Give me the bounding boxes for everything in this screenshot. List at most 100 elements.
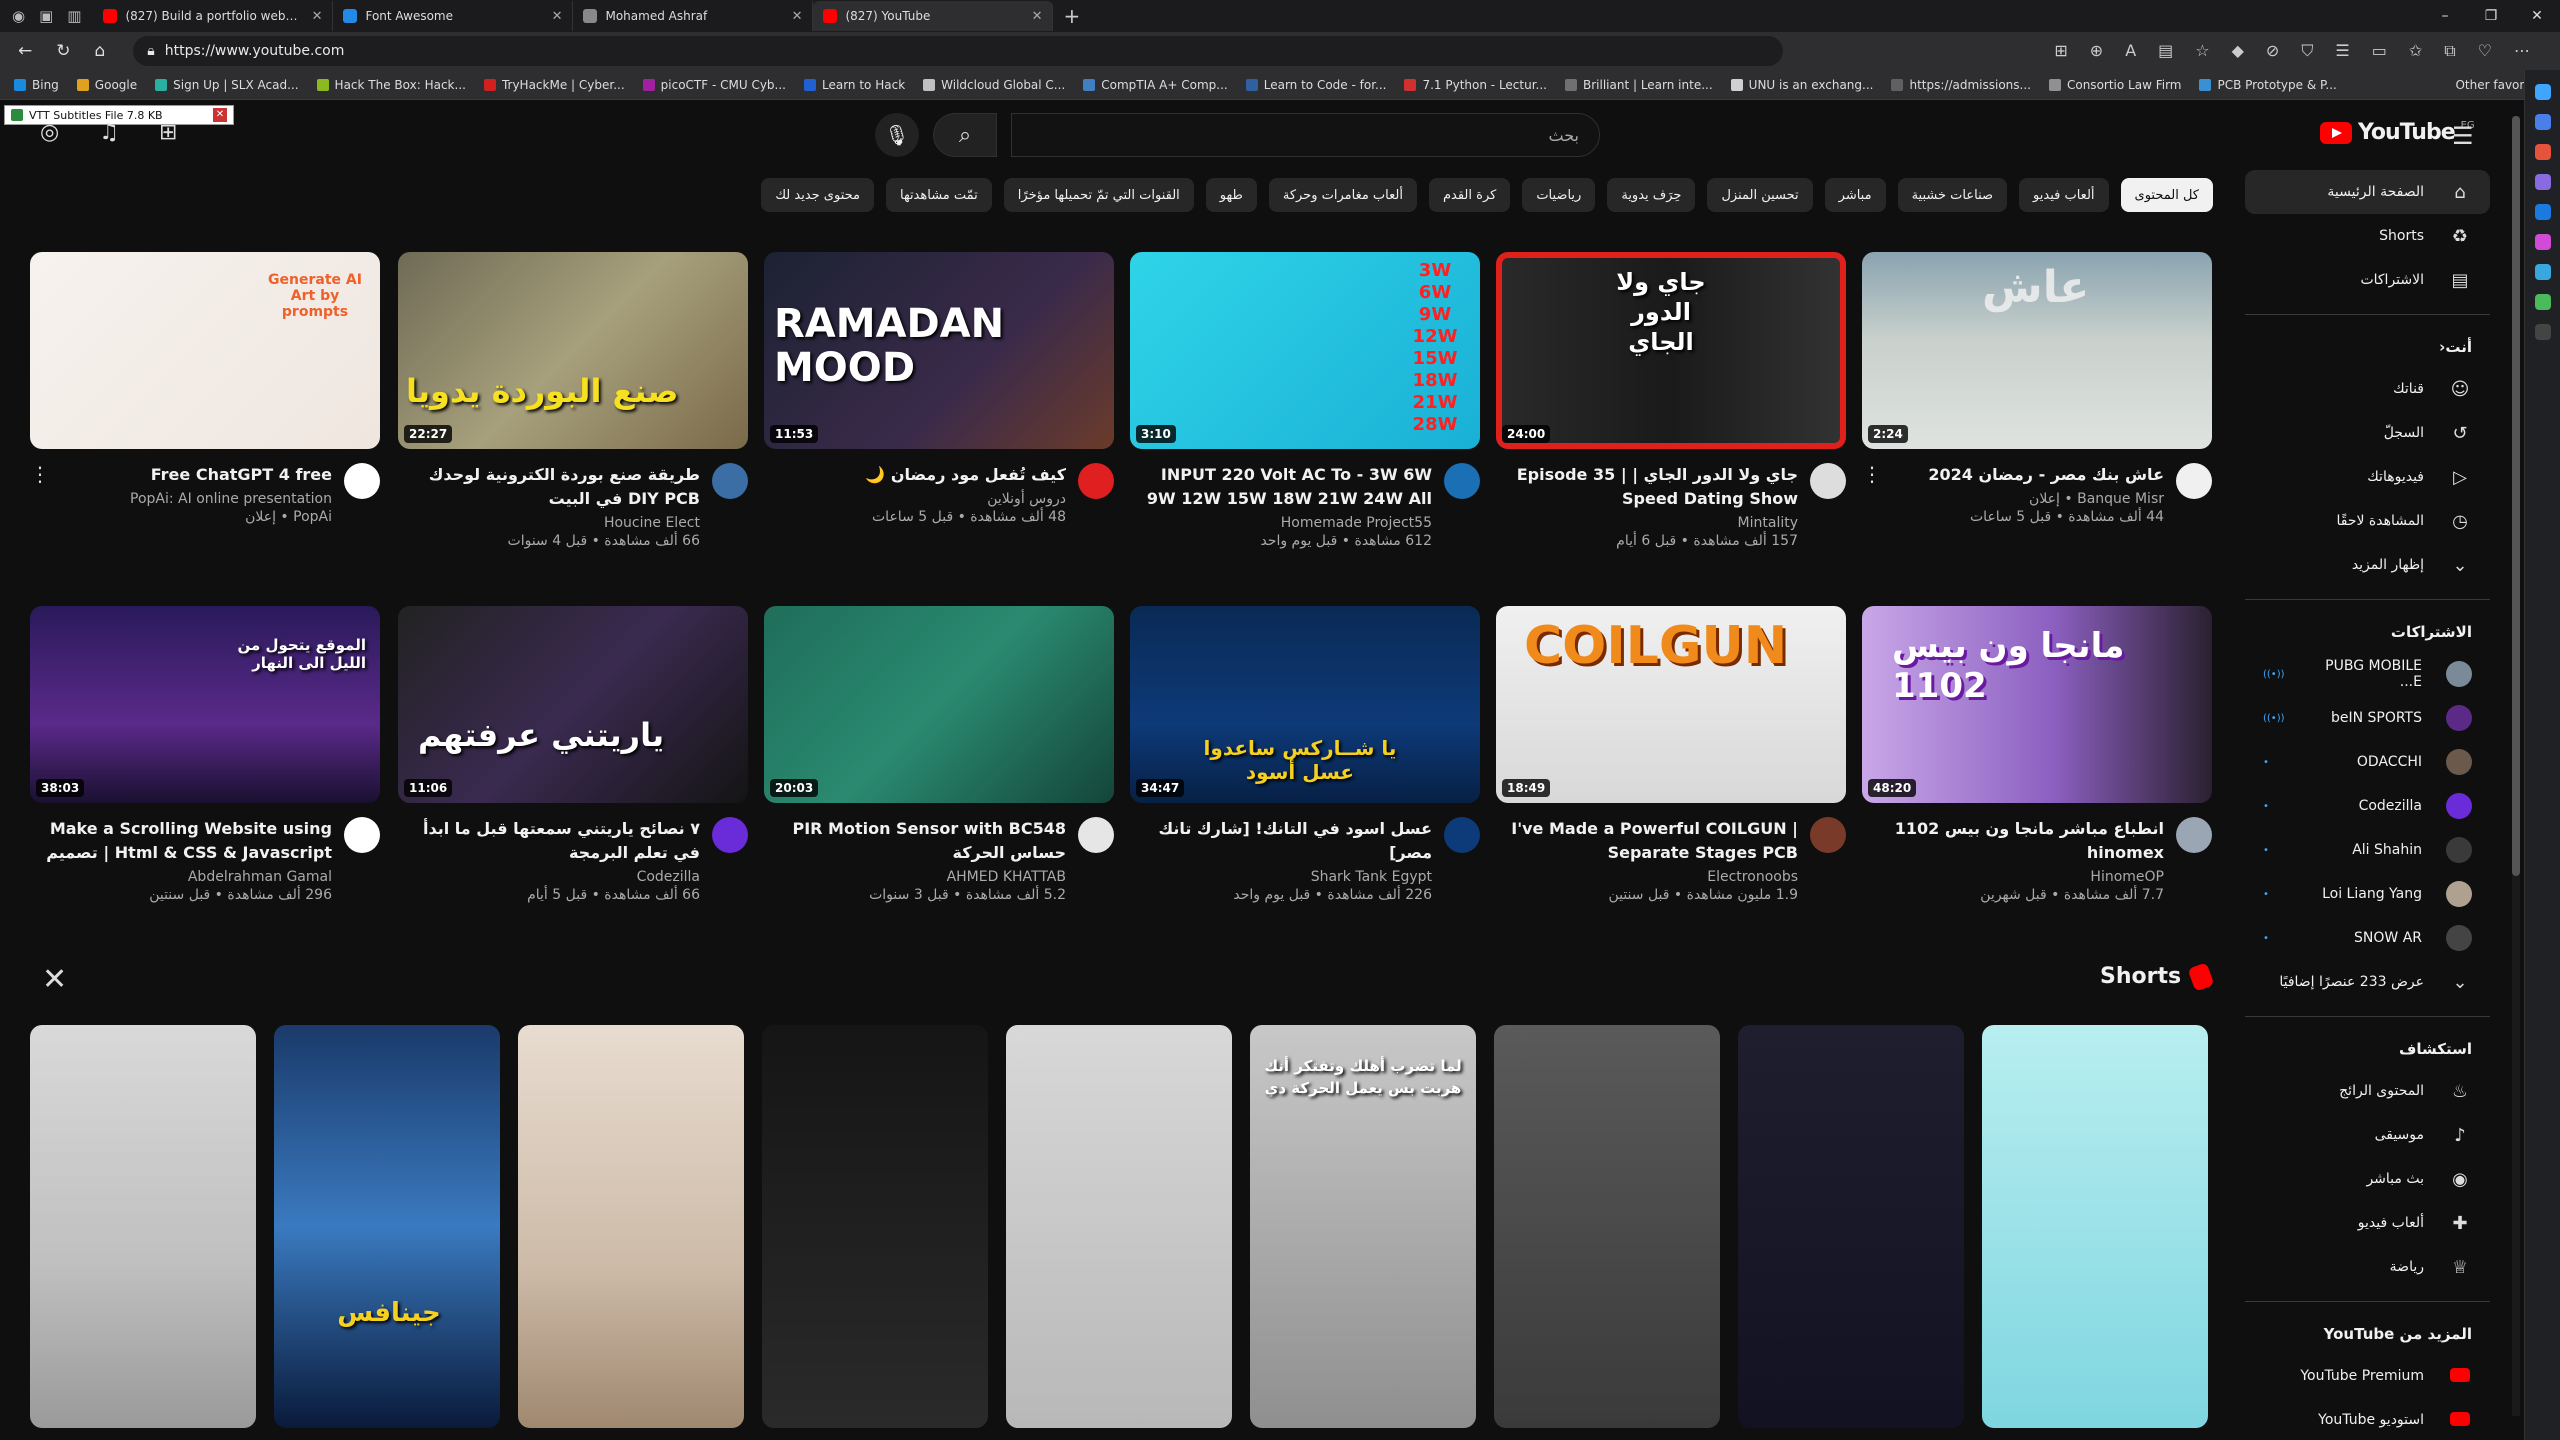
video-card[interactable]: 3W 6W 9W 12W 15W 18W 21W 28W 3:10 INPUT 22… [1130,252,1480,549]
address-bar[interactable]: 🔒︎ https://www.youtube.com [133,36,1784,66]
search-icon[interactable] [2534,84,2551,100]
video-card[interactable]: الموقع يتحول من الليل الى النهار 38:03 Mak… [30,606,380,903]
show-more-subscriptions[interactable]: ⌄ عرض 233 عنصرًا إضافيًا [2245,960,2490,1004]
sidebar-item[interactable]: ♻ Shorts [2245,214,2490,258]
sidebar-item[interactable]: ▤ الاشتراكات [2245,258,2490,302]
filter-chip[interactable]: حِرَف يدوية [1607,178,1696,212]
favorites-icon[interactable]: ✩ [2409,41,2422,61]
app-available-icon[interactable]: ⊞ [2054,41,2067,61]
video-title[interactable]: INPUT 220 Volt AC To - 3W 6W 9W 12W 15W … [1130,463,1432,511]
bookmark-item[interactable]: PCB Prototype & P... [2199,78,2337,92]
sidebar-item[interactable]: ↺ السجلّ [2245,411,2490,455]
shopping-icon[interactable] [2534,144,2551,160]
bookmark-item[interactable]: Learn to Hack [804,78,905,92]
video-card[interactable]: عاش 2:24 عاش بنك مصر - رمضان 2024 Banque Mi… [1862,252,2212,525]
new-tab-button[interactable]: + [1053,4,1090,28]
channel-name[interactable]: دروس أونلاين [764,491,1066,507]
tab-close-icon[interactable]: ✕ [792,9,803,24]
filter-chip[interactable]: ألعاب مغامرات وحركة [1268,178,1417,212]
bookmark-item[interactable]: TryHackMe | Cyber... [483,78,625,92]
collections-icon[interactable]: ⧉ [2444,41,2455,61]
channel-name[interactable]: Homemade Project55 [1130,515,1432,531]
sidebar-item[interactable]: ♕ رياضة [2245,1245,2490,1289]
avatar[interactable]: ◎ [40,120,59,145]
short-card[interactable] [1006,1025,1232,1428]
subscription-item[interactable]: Loi Liang Yang • [2245,872,2490,916]
outlook-icon[interactable] [2534,204,2551,220]
short-card[interactable] [518,1025,744,1428]
video-thumbnail[interactable]: ياريتني عرفتهم 11:06 [398,606,748,803]
channel-avatar[interactable] [1444,463,1480,499]
sidebar-item[interactable]: ◉ بث مباشر [2245,1157,2490,1201]
short-card[interactable] [1738,1025,1964,1428]
bookmark-item[interactable]: picoCTF - CMU Cyb... [642,78,786,92]
extension-icon[interactable]: ◆ [2232,41,2244,61]
search-input[interactable]: بحث [1011,113,1600,157]
video-title[interactable]: PIR Motion Sensor with BC548 حساس الحركة [764,817,1066,865]
refresh-icon[interactable]: ↻ [56,41,70,61]
create-icon[interactable]: ⊞ [159,120,177,145]
channel-avatar[interactable] [2176,463,2212,499]
sidebar-item[interactable]: ▷ فيديوهاتك [2245,455,2490,499]
restore-button[interactable]: ❐ [2468,0,2514,32]
bookmark-item[interactable]: Hack The Box: Hack... [316,78,466,92]
filter-chip[interactable]: ألعاب فيديو [2019,178,2109,212]
close-window-button[interactable]: ✕ [2514,0,2560,32]
tab-close-icon[interactable]: ✕ [312,9,323,24]
channel-name[interactable]: Electronoobs [1496,869,1798,885]
browser-tab[interactable]: (827) Build a portfolio website using ✕ [93,1,334,31]
video-card[interactable]: COILGUN 18:49 I've Made a Powerful COILGUN… [1496,606,1846,903]
sidebar-item[interactable]: ☺ قناتك [2245,367,2490,411]
sidebar-item[interactable]: ⌂ الصفحة الرئيسية [2245,170,2490,214]
split-screen-icon[interactable]: ▭ [2372,41,2387,61]
video-thumbnail[interactable]: مانجا ون بيس 1102 48:20 [1862,606,2212,803]
more-menu-icon[interactable]: ⋯ [2514,41,2530,61]
video-card[interactable]: يا شــاركس ساعدوا عسل أسود 34:47 عسل اسود … [1130,606,1480,903]
bookmark-item[interactable]: Brilliant | Learn inte... [1564,78,1713,92]
video-title[interactable]: I've Made a Powerful COILGUN | Separate … [1496,817,1798,865]
sidebar-item[interactable]: YouTube Premium [2245,1354,2490,1398]
bookmark-item[interactable]: UNU is an exchang... [1730,78,1873,92]
copilot-icon[interactable] [2534,114,2551,130]
page-scrollbar[interactable] [2512,116,2520,1416]
video-thumbnail[interactable]: Generate AI Art by prompts [30,252,380,449]
bookmark-item[interactable]: Consortio Law Firm [2048,78,2181,92]
subscription-item[interactable]: beIN SPORTS ((•)) [2245,696,2490,740]
performance-icon[interactable]: ♡ [2478,41,2492,61]
sidebar-item[interactable]: ◷ المشاهدة لاحقًا [2245,499,2490,543]
video-thumbnail[interactable]: صنع البوردة يدويا 22:27 [398,252,748,449]
channel-avatar[interactable] [2176,817,2212,853]
channel-avatar[interactable] [1810,463,1846,499]
channel-avatar[interactable] [1810,817,1846,853]
more-vert-icon[interactable]: ⋮ [1862,462,1882,486]
browser-tab[interactable]: Font Awesome ✕ [333,1,574,31]
bookmark-item[interactable]: Sign Up | SLX Acad... [155,78,299,92]
microphone-icon[interactable]: 🎙︎ [875,113,919,157]
home-icon[interactable]: ⌂ [95,41,106,61]
video-card[interactable]: ياريتني عرفتهم 11:06 ٧ نصائح ياريتني سمعته… [398,606,748,903]
video-card[interactable]: صنع البوردة يدويا 22:27 طريقة صنع بوردة ال… [398,252,748,549]
close-icon[interactable]: ✕ [213,108,227,122]
short-card[interactable] [1982,1025,2208,1428]
filter-chip[interactable]: طهو [1205,178,1257,212]
channel-name[interactable]: HinomeOP [1862,869,2164,885]
subscription-item[interactable]: PUBG MOBILE E... ((•)) [2245,652,2490,696]
video-title[interactable]: ٧ نصائح ياريتني سمعتها قبل ما ابدأ في تع… [398,817,700,865]
channel-name[interactable]: Codezilla [398,869,700,885]
filter-chip[interactable]: رياضيات [1522,178,1596,212]
extensions-menu-icon[interactable]: ☰ [2335,41,2349,61]
sidebar-section-you[interactable]: أنت ‹ [2245,327,2490,367]
channel-avatar[interactable] [1078,463,1114,499]
channel-name[interactable]: PopAi: AI online presentation [30,491,332,507]
channel-avatar[interactable] [712,817,748,853]
adblock-icon[interactable]: ⊘ [2266,41,2279,61]
short-card[interactable]: لما تضرب أهلك وتفتكر أنك هربت بس يعمل ال… [1250,1025,1476,1428]
short-card[interactable] [30,1025,256,1428]
filter-chip[interactable]: مباشر [1824,178,1886,212]
more-vert-icon[interactable]: ⋮ [30,462,50,486]
channel-name[interactable]: Houcine Elect [398,515,700,531]
channel-avatar[interactable] [344,817,380,853]
video-card[interactable]: 20:03 PIR Motion Sensor with BC548 حساس ا… [764,606,1114,903]
video-thumbnail[interactable]: RAMADAN MOOD 11:53 [764,252,1114,449]
sidebar-item[interactable]: ♨ المحتوى الرائج [2245,1069,2490,1113]
